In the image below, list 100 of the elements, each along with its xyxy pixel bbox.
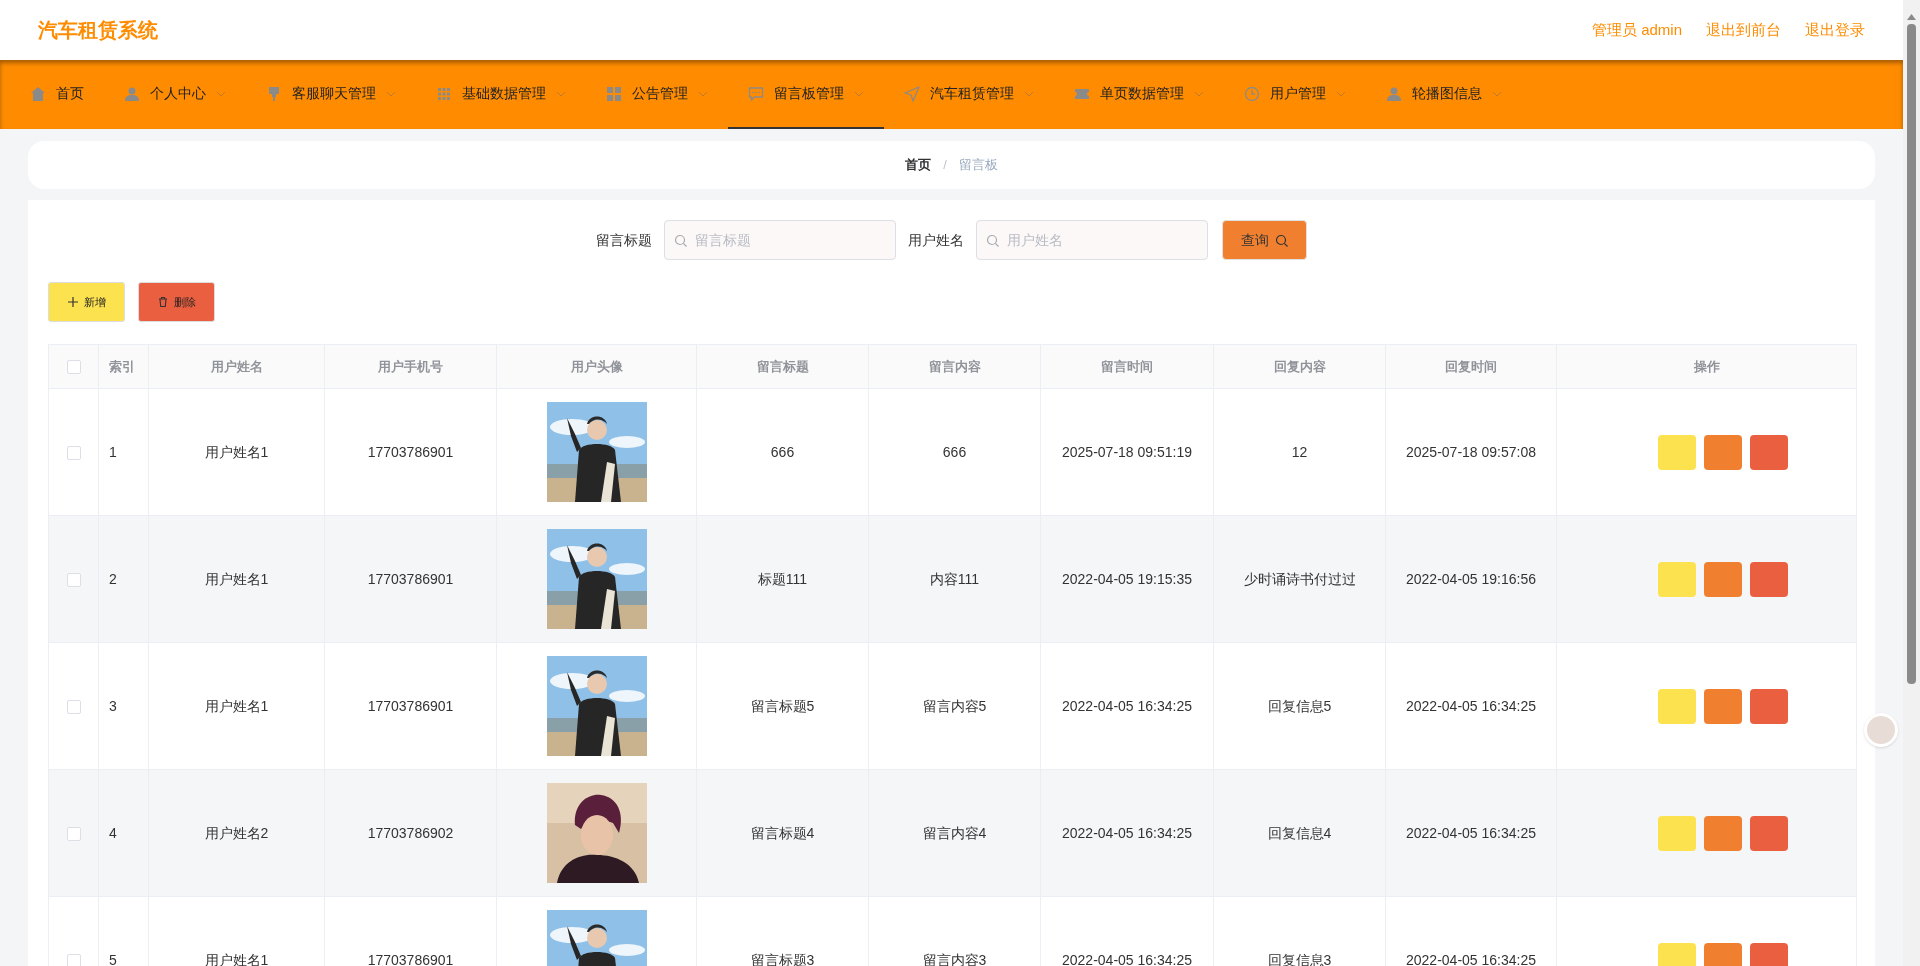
field-label: 留言标题 [596, 230, 652, 250]
table-cell-text: 4 [108, 823, 118, 843]
table-cell-text: 留言内容3 [921, 950, 988, 966]
scrollbar-thumb[interactable] [1907, 24, 1916, 684]
search-field[interactable]: 用户姓名 [976, 220, 1208, 260]
action-button[interactable] [1749, 815, 1788, 851]
breadcrumb-separator: / [943, 156, 947, 175]
table-cell-text: 3 [108, 696, 118, 716]
row-checkbox[interactable] [66, 953, 81, 966]
search-field[interactable]: 留言标题 [664, 220, 896, 260]
row-checkbox[interactable] [66, 826, 81, 841]
column-header: 回复时间 [1385, 344, 1557, 389]
table-cell-text: 回复信息4 [1266, 823, 1333, 843]
column-header: 回复内容 [1213, 344, 1386, 389]
nav-menu-item[interactable]: 客服聊天管理 [246, 60, 416, 129]
avatar[interactable] [1864, 713, 1898, 747]
action-button[interactable] [1749, 942, 1788, 966]
search-icon [986, 234, 999, 247]
breadcrumb-item[interactable]: 首页 [905, 155, 932, 175]
action-button[interactable] [1703, 688, 1742, 724]
table-cell-text: 内容111 [928, 569, 981, 589]
table-cell-text: 用户姓名1 [203, 442, 270, 462]
action-button[interactable] [1703, 434, 1742, 470]
home-icon [30, 85, 46, 102]
select-all-checkbox[interactable] [66, 360, 81, 375]
action-button[interactable] [1749, 434, 1788, 470]
person-icon [124, 85, 140, 102]
send-icon [904, 85, 920, 102]
nav-menu-item[interactable]: 首页 [10, 60, 104, 129]
action-button[interactable] [1703, 942, 1742, 966]
table-cell-text: 2022-04-05 16:34:25 [1061, 950, 1193, 966]
table-cell-text: 2022-04-05 16:34:25 [1061, 696, 1193, 716]
table-cell-text: 2022-04-05 19:16:56 [1405, 569, 1537, 589]
nav-menu-item[interactable]: 公告管理 [586, 60, 728, 129]
table-cell-text: 2022-04-05 16:34:25 [1061, 823, 1193, 843]
column-header: 用户姓名 [148, 344, 325, 389]
add-button[interactable]: 新增 [48, 282, 125, 322]
field-label: 用户姓名 [908, 230, 964, 250]
table-cell-text: 17703786901 [366, 696, 455, 716]
search-icon [674, 234, 687, 247]
table-cell-text: 5 [108, 950, 118, 966]
table-cell-text: 2 [108, 569, 118, 589]
table-cell-text: 用户姓名1 [203, 696, 270, 716]
grid-icon [436, 85, 452, 102]
table-cell-text: 2022-04-05 19:15:35 [1061, 569, 1193, 589]
trash-icon [157, 297, 168, 307]
app-title: 汽车租赁系统 [38, 18, 158, 43]
nav-menu-item[interactable]: 留言板管理 [728, 60, 884, 129]
table-cell-text: 回复信息3 [1266, 950, 1333, 966]
column-header: 留言标题 [696, 344, 869, 389]
nav-menu-item[interactable]: 用户管理 [1224, 60, 1366, 129]
action-button[interactable] [1749, 688, 1788, 724]
scroll-up-icon[interactable] [1907, 14, 1916, 20]
table-cell-text: 17703786901 [366, 569, 455, 589]
table-cell-text: 17703786901 [366, 950, 455, 966]
column-header: 用户头像 [496, 344, 697, 389]
search-icon [1275, 233, 1288, 247]
table-cell-text: 标题111 [756, 569, 809, 589]
table-cell-text: 2025-07-18 09:57:08 [1405, 442, 1537, 462]
table-cell-text: 1 [108, 442, 118, 462]
column-header: 留言时间 [1040, 344, 1214, 389]
person-icon [1386, 85, 1402, 102]
nav-menu-item[interactable]: 汽车租赁管理 [884, 60, 1054, 129]
table-cell-text: 2025-07-18 09:51:19 [1061, 442, 1193, 462]
action-button[interactable] [1703, 561, 1742, 597]
table-cell-text: 用户姓名2 [203, 823, 270, 843]
table-cell-text: 留言内容5 [921, 696, 988, 716]
plus-icon [67, 297, 78, 307]
clock-icon [1244, 85, 1260, 102]
column-header: 留言内容 [868, 344, 1041, 389]
column-header: 操作 [1556, 344, 1857, 389]
nav-menu-item[interactable]: 轮播图信息 [1366, 60, 1522, 129]
table-cell-text: 留言标题3 [749, 950, 816, 966]
row-checkbox[interactable] [66, 572, 81, 587]
nav-menu-item[interactable]: 基础数据管理 [416, 60, 586, 129]
table-cell-text: 2022-04-05 16:34:25 [1405, 696, 1537, 716]
breadcrumb-item: 留言板 [958, 156, 998, 175]
nav-menu-item[interactable]: 单页数据管理 [1054, 60, 1224, 129]
table-cell-text: 留言标题4 [749, 823, 816, 843]
nav-menu-item[interactable]: 个人中心 [104, 60, 246, 129]
table-cell-text: 用户姓名1 [203, 950, 270, 966]
row-checkbox[interactable] [66, 445, 81, 460]
table-cell-text: 2022-04-05 16:34:25 [1405, 950, 1537, 966]
column-header: 用户手机号 [324, 344, 497, 389]
action-button[interactable] [1749, 561, 1788, 597]
action-button[interactable] [1703, 815, 1742, 851]
column-header: 索引 [98, 344, 149, 389]
tiles-icon [606, 85, 622, 102]
table-cell-text: 17703786901 [366, 442, 455, 462]
table-cell-text: 12 [1290, 442, 1309, 462]
chat-icon [748, 85, 764, 102]
query-button[interactable]: 查询 [1222, 220, 1307, 260]
table-cell-text: 留言内容4 [921, 823, 988, 843]
table-cell-text: 666 [941, 442, 968, 462]
row-checkbox[interactable] [66, 699, 81, 714]
table-cell-text: 留言标题5 [749, 696, 816, 716]
table-cell-text: 17703786902 [366, 823, 455, 843]
delete-button[interactable]: 删除 [138, 282, 215, 322]
table-cell-text: 回复信息5 [1266, 696, 1333, 716]
brush-icon [266, 85, 282, 102]
